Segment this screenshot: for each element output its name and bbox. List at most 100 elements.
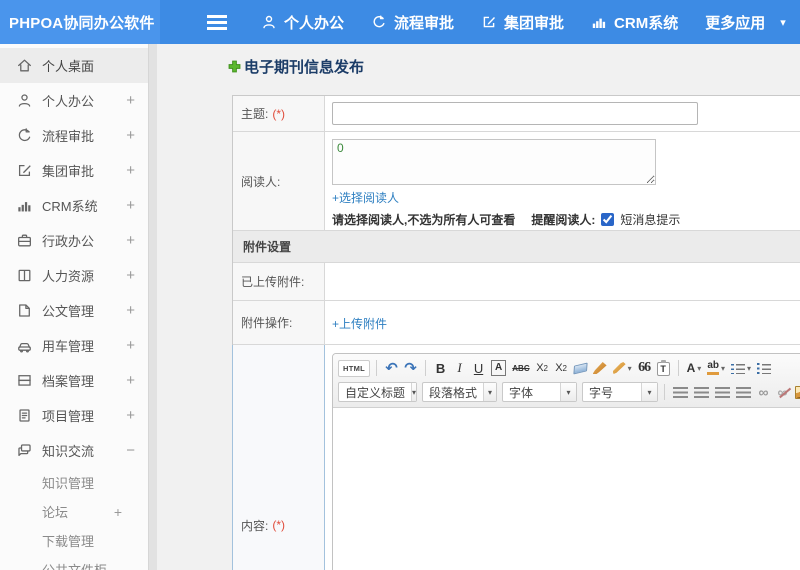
archive-icon: [18, 375, 31, 386]
expand-icon[interactable]: +: [126, 232, 135, 249]
content-label: 内容: (*): [233, 345, 325, 570]
expand-icon[interactable]: +: [114, 504, 122, 520]
sidebar-subitem-forum[interactable]: 论坛 +: [0, 497, 148, 526]
expand-icon[interactable]: +: [126, 267, 135, 284]
sidebar-item-knowledge[interactable]: 知识交流 −: [0, 433, 148, 468]
blockquote-button[interactable]: 66: [636, 358, 653, 378]
align-right-button[interactable]: [713, 382, 732, 402]
remove-format-button[interactable]: [572, 358, 589, 378]
toolbar-separator: [425, 360, 427, 376]
font-family-select[interactable]: 字体 ▾: [502, 382, 577, 402]
readers-row: 阅读人: 0 +选择阅读人 请选择阅读人,不选为所有人可查看 提醒阅读人: 短消…: [233, 132, 800, 231]
undo-icon[interactable]: ↶: [383, 358, 400, 378]
strikethrough-button[interactable]: ABC: [510, 358, 531, 378]
nav-label: 集团审批: [504, 14, 565, 32]
main-content: 电子期刊信息发布 主题: (*) 阅读人: 0 +选择阅读人 请选择阅读人,不选…: [157, 44, 800, 570]
nav-more-apps[interactable]: 更多应用: [705, 12, 765, 33]
subscript-button[interactable]: X2: [553, 358, 570, 378]
heading-select[interactable]: 自定义标题 ▾: [338, 382, 417, 402]
font-size-select[interactable]: 字号 ▾: [582, 382, 658, 402]
chat-layers-icon: [18, 444, 31, 457]
sidebar-item-projects[interactable]: 项目管理 +: [0, 398, 148, 433]
editor-content-area[interactable]: [333, 408, 800, 570]
sidebar-item-admin-office[interactable]: 行政办公 +: [0, 223, 148, 258]
nav-label: CRM系统: [614, 14, 679, 32]
quick-format-button[interactable]: ▾: [611, 358, 634, 378]
app-logo[interactable]: PHPOA协同办公软件: [0, 0, 160, 44]
sidebar-item-hr[interactable]: 人力资源 +: [0, 258, 148, 293]
unordered-list-button[interactable]: [755, 358, 773, 378]
sidebar-item-vehicles[interactable]: 用车管理 +: [0, 328, 148, 363]
superscript-button[interactable]: X2: [534, 358, 551, 378]
paste-plain-text-button[interactable]: T: [655, 358, 672, 378]
sidebar-item-archives[interactable]: 档案管理 +: [0, 363, 148, 398]
nav-group-approval[interactable]: 集团审批: [481, 12, 564, 33]
sidebar-item-documents[interactable]: 公文管理 +: [0, 293, 148, 328]
font-color-button[interactable]: A ▾: [685, 358, 704, 378]
align-center-button[interactable]: [692, 382, 711, 402]
expand-icon[interactable]: +: [126, 127, 135, 144]
process-icon: [373, 15, 385, 28]
upload-attachment-link[interactable]: +上传附件: [332, 315, 387, 332]
top-nav: 个人办公 流程审批 集团审批 CRM系统 更多应用 ▾: [261, 12, 786, 33]
editor-toolbar: HTML ↶ ↷ B I U A ABC X2 X 2 ▾ 66 T A ▾ a…: [333, 354, 800, 408]
insert-link-button[interactable]: ∞: [755, 382, 772, 402]
subject-label: 主题: (*): [233, 96, 325, 131]
sidebar-item-label: 用车管理: [42, 339, 95, 354]
expand-icon[interactable]: +: [126, 92, 135, 109]
sidebar-item-label: 项目管理: [42, 409, 95, 424]
ordered-list-button[interactable]: ▾: [729, 358, 753, 378]
rich-text-editor: HTML ↶ ↷ B I U A ABC X2 X 2 ▾ 66 T A ▾ a…: [332, 353, 800, 570]
sidebar-subitem-label: 下载管理: [42, 534, 95, 549]
sidebar-subitem-public-cabinet[interactable]: 公共文件柜: [0, 555, 148, 570]
select-readers-link[interactable]: +选择阅读人: [332, 189, 399, 206]
expand-icon[interactable]: +: [126, 372, 135, 389]
nav-crm-system[interactable]: CRM系统: [591, 12, 678, 33]
redo-icon[interactable]: ↷: [402, 358, 419, 378]
expand-icon[interactable]: +: [126, 337, 135, 354]
home-icon: [18, 59, 31, 72]
sidebar-subitem-knowledge-mgmt[interactable]: 知识管理: [0, 468, 148, 497]
sidebar-item-workflow[interactable]: 流程审批 +: [0, 118, 148, 153]
briefcase-icon: [18, 234, 31, 247]
format-painter-button[interactable]: [591, 358, 609, 378]
nav-workflow-approval[interactable]: 流程审批: [371, 12, 454, 33]
chevron-down-icon: ▾: [627, 363, 632, 373]
book-icon: [18, 269, 31, 282]
chevron-down-icon[interactable]: ▾: [780, 16, 786, 29]
toolbar-separator: [376, 360, 378, 376]
sidebar-item-personal-office[interactable]: 个人办公 +: [0, 83, 148, 118]
readers-hint-line: 请选择阅读人,不选为所有人可查看 提醒阅读人: 短消息提示: [332, 211, 800, 228]
sidebar-item-desktop[interactable]: 个人桌面: [0, 48, 148, 83]
align-left-button[interactable]: [671, 382, 690, 402]
sidebar-subitem-label: 公共文件柜: [42, 560, 107, 570]
insert-image-button[interactable]: [793, 382, 800, 402]
sms-notify-checkbox[interactable]: [601, 213, 615, 226]
font-style-button[interactable]: A: [491, 360, 507, 376]
hamburger-menu-icon[interactable]: [207, 14, 227, 30]
collapse-icon[interactable]: −: [126, 442, 135, 459]
align-justify-button[interactable]: [734, 382, 753, 402]
readers-textarea[interactable]: 0: [332, 139, 656, 185]
sidebar-item-crm[interactable]: CRM系统 +: [0, 188, 148, 223]
underline-button[interactable]: U: [470, 358, 487, 378]
html-source-button[interactable]: HTML: [338, 359, 371, 377]
bold-button[interactable]: B: [432, 358, 449, 378]
nav-personal-office[interactable]: 个人办公: [261, 12, 344, 33]
expand-icon[interactable]: +: [126, 197, 135, 214]
toolbar-separator: [677, 360, 679, 376]
highlight-color-button[interactable]: ab ▾: [705, 358, 727, 378]
process-icon: [18, 128, 31, 142]
chevron-down-icon: ▾: [560, 383, 576, 401]
expand-icon[interactable]: +: [126, 162, 135, 179]
nav-label: 流程审批: [394, 14, 455, 32]
subject-input[interactable]: [332, 102, 698, 125]
expand-icon[interactable]: +: [126, 407, 135, 424]
sidebar-subitem-downloads[interactable]: 下载管理: [0, 526, 148, 555]
expand-icon[interactable]: +: [126, 302, 135, 319]
remove-link-button[interactable]: ∞: [774, 382, 791, 402]
italic-button[interactable]: I: [451, 358, 468, 378]
sidebar-item-group-approval[interactable]: 集团审批 +: [0, 153, 148, 188]
readers-hint: 请选择阅读人,不选为所有人可查看: [332, 213, 516, 227]
paragraph-format-select[interactable]: 段落格式 ▾: [422, 382, 497, 402]
